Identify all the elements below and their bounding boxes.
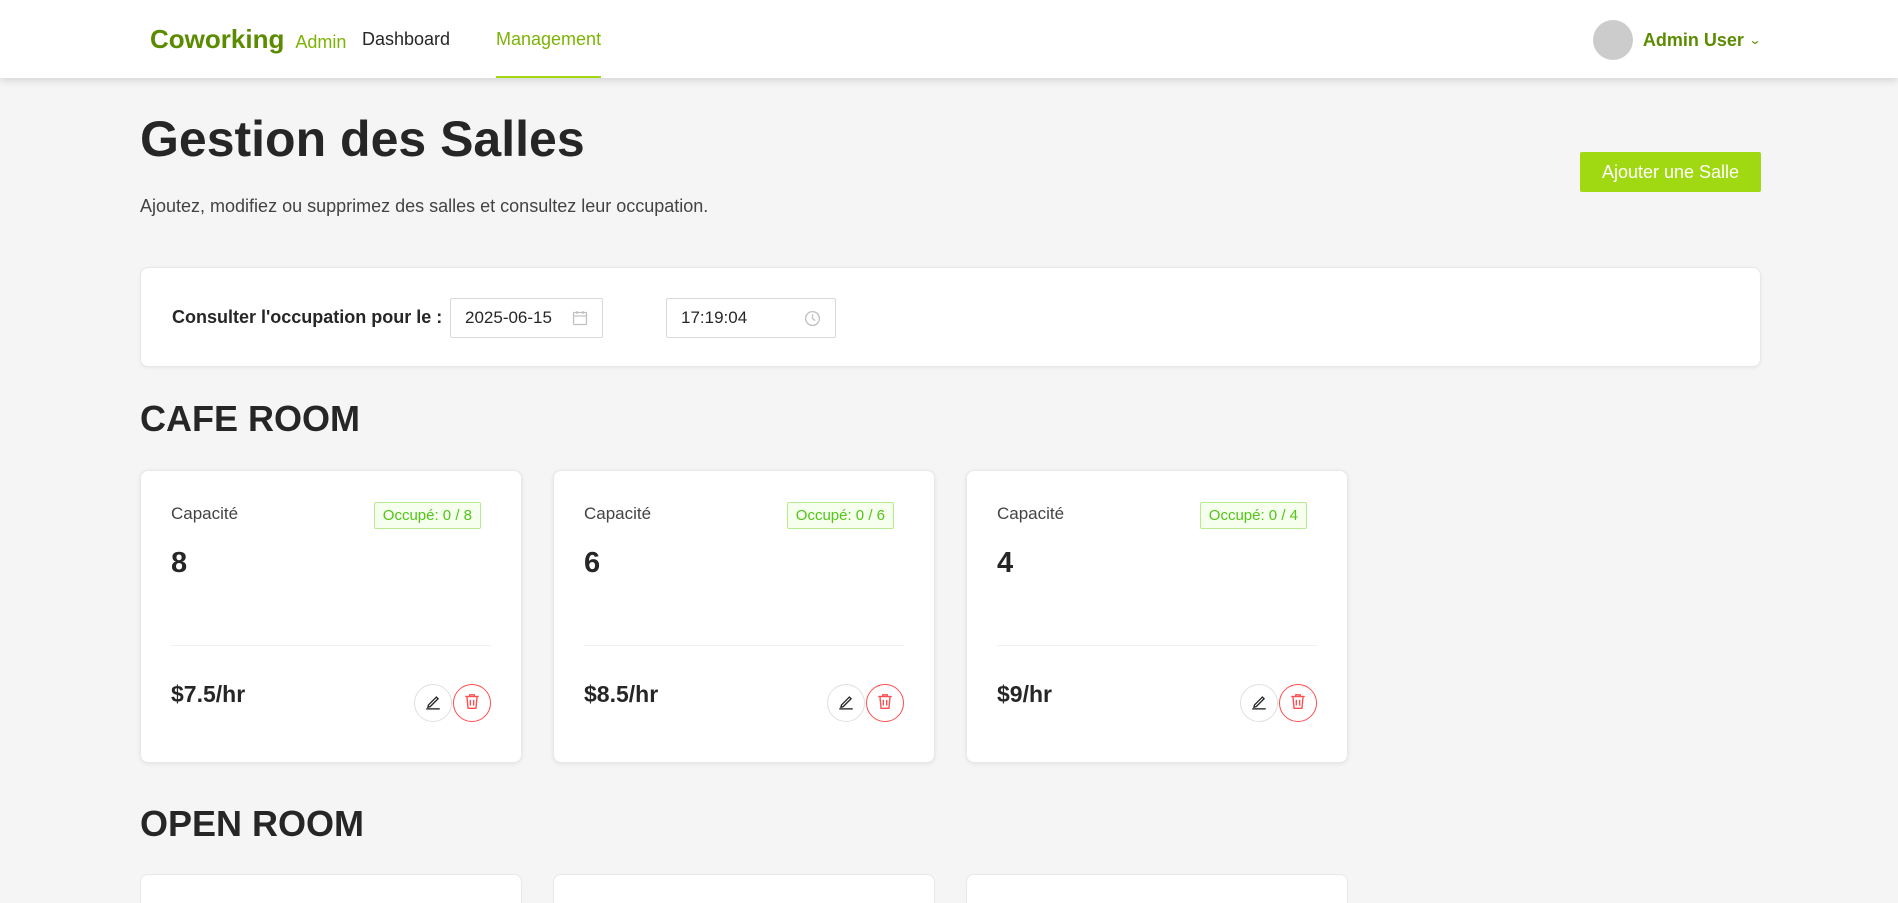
avatar <box>1592 20 1633 60</box>
room-card: Capacité Occupé: 0 / 6 6 $8.5/hr <box>553 470 935 763</box>
edit-icon <box>424 692 442 715</box>
price: $9/hr <box>997 681 1052 707</box>
edit-room-button[interactable] <box>414 684 452 722</box>
card-divider <box>997 645 1317 646</box>
room-card <box>966 874 1348 903</box>
time-picker[interactable]: 17:19:04 <box>666 298 836 338</box>
edit-icon <box>1250 692 1268 715</box>
nav-dashboard[interactable]: Dashboard <box>362 0 450 78</box>
calendar-icon <box>572 310 588 326</box>
capacity-label: Capacité <box>997 504 1065 523</box>
section-title-cafe-room: CAFE ROOM <box>140 398 360 439</box>
capacity-value: 4 <box>997 547 1014 579</box>
capacity-label: Capacité <box>171 504 239 523</box>
brand-logo[interactable]: Coworking Admin <box>150 24 346 55</box>
user-name: Admin User <box>1642 29 1744 50</box>
capacity-label: Capacité <box>584 504 652 523</box>
price: $8.5/hr <box>584 681 659 707</box>
trash-icon <box>463 692 481 715</box>
delete-room-button[interactable] <box>453 684 491 722</box>
delete-room-button[interactable] <box>866 684 904 722</box>
capacity-value: 6 <box>584 547 601 579</box>
room-card: Capacité Occupé: 0 / 8 8 $7.5/hr <box>140 470 522 763</box>
occupancy-filter-label: Consulter l'occupation pour le : <box>172 307 443 327</box>
card-divider <box>171 645 491 646</box>
top-navbar: Coworking Admin Dashboard Management Adm… <box>0 0 1898 78</box>
room-card: Capacité Occupé: 0 / 4 4 $9/hr <box>966 470 1348 763</box>
edit-room-button[interactable] <box>827 684 865 722</box>
time-value: 17:19:04 <box>681 308 748 327</box>
occupancy-badge: Occupé: 0 / 8 <box>373 502 481 529</box>
occupancy-filter-card: Consulter l'occupation pour le : 2025-06… <box>140 267 1761 367</box>
trash-icon <box>876 692 894 715</box>
chevron-down-icon: ⌄ <box>1748 33 1762 47</box>
clock-icon <box>804 310 821 327</box>
capacity-value: 8 <box>171 547 188 579</box>
delete-room-button[interactable] <box>1279 684 1317 722</box>
room-card <box>140 874 522 903</box>
edit-icon <box>837 692 855 715</box>
trash-icon <box>1289 692 1307 715</box>
edit-room-button[interactable] <box>1240 684 1278 722</box>
add-room-button[interactable]: Ajouter une Salle <box>1580 152 1761 192</box>
user-menu[interactable]: Admin User ⌄ <box>1592 20 1762 60</box>
nav-management[interactable]: Management <box>496 0 602 78</box>
brand-subtitle: Admin <box>295 32 347 52</box>
room-card <box>553 874 935 903</box>
price: $7.5/hr <box>171 681 246 707</box>
page-title: Gestion des Salles <box>140 111 585 167</box>
date-picker[interactable]: 2025-06-15 <box>450 298 603 338</box>
date-value: 2025-06-15 <box>465 308 552 327</box>
card-divider <box>584 645 904 646</box>
occupancy-badge: Occupé: 0 / 4 <box>1199 502 1307 529</box>
page-description: Ajoutez, modifiez ou supprimez des salle… <box>140 196 709 216</box>
section-title-open-room: OPEN ROOM <box>140 803 365 844</box>
occupancy-badge: Occupé: 0 / 6 <box>786 502 894 529</box>
brand-name: Coworking <box>150 24 285 54</box>
